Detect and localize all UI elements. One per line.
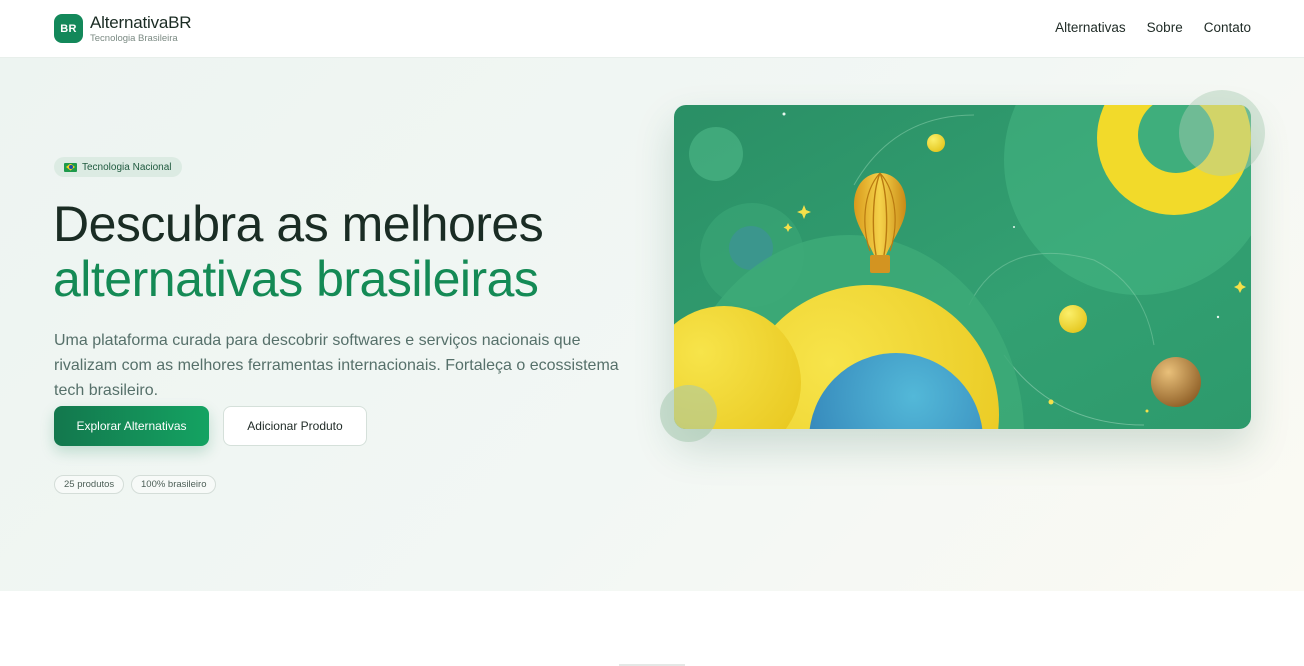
badge-label: Tecnologia Nacional — [82, 161, 172, 173]
brand-name: AlternativaBR — [90, 13, 192, 32]
product-count-badge: 25 produtos — [54, 475, 125, 494]
brazil-flag-icon — [64, 162, 77, 172]
hot-air-balloon-planets-illustration — [674, 105, 1251, 429]
brand-logo[interactable]: BR AlternativaBR Tecnologia Brasileira — [54, 13, 192, 44]
nav-link-alternativas[interactable]: Alternativas — [1055, 20, 1126, 35]
brazilian-percent-badge: 100% brasileiro — [131, 475, 217, 494]
hero-subtitle: Uma plataforma curada para descobrir sof… — [54, 332, 619, 399]
decorative-circle-top — [1179, 90, 1265, 176]
decorative-circle-bottom — [660, 385, 717, 442]
nav-link-sobre[interactable]: Sobre — [1147, 20, 1183, 35]
logo-badge: BR — [54, 14, 83, 44]
brand-tagline: Tecnologia Brasileira — [90, 33, 178, 44]
add-product-button[interactable]: Adicionar Produto — [223, 406, 367, 446]
hero-illustration — [674, 105, 1251, 429]
brand-text: AlternativaBR Tecnologia Brasileira — [90, 13, 192, 44]
explore-alternatives-button[interactable]: Explorar Alternativas — [54, 406, 209, 446]
nav-link-contato[interactable]: Contato — [1204, 20, 1251, 35]
hero-title: Descubra as melhores alternativas brasil… — [53, 196, 544, 307]
national-tech-badge: Tecnologia Nacional — [54, 157, 182, 177]
hero-title-line1: Descubra as melhores — [53, 196, 544, 252]
hero-title-highlight: alternativas brasileiras — [53, 251, 539, 307]
main-nav: Alternativas Sobre Contato — [1055, 20, 1251, 35]
site-header: BR AlternativaBR Tecnologia Brasileira A… — [0, 0, 1304, 58]
